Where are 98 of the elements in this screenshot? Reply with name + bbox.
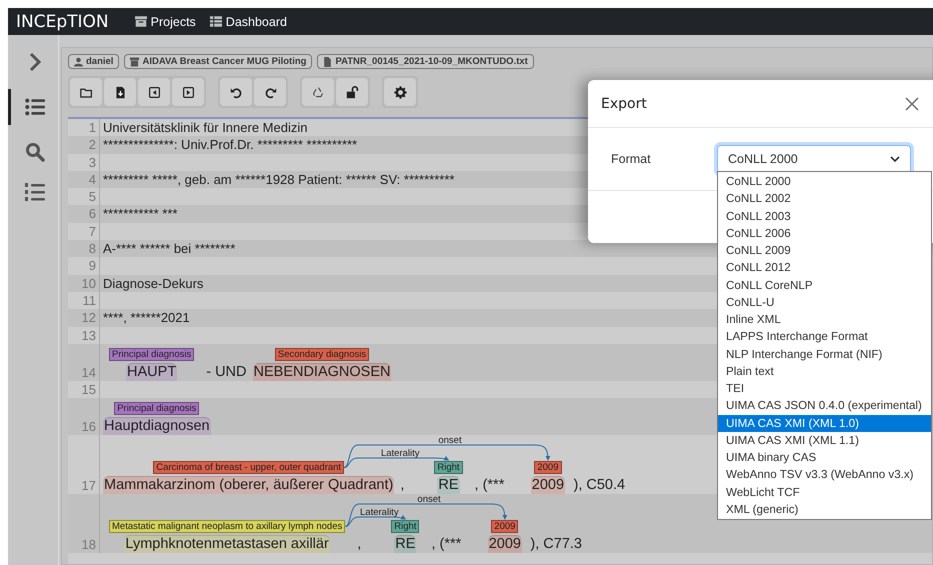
annotated-text: 2009 (488, 535, 522, 554)
nav-link-label: Projects (150, 14, 196, 28)
previous-icon (148, 86, 160, 98)
archive-icon (134, 16, 147, 27)
line-text: - UND (206, 364, 246, 381)
list-icon (24, 97, 44, 117)
next-button[interactable] (172, 78, 204, 106)
user-icon (74, 56, 83, 66)
dropdown-option[interactable]: CoNLL 2002 (718, 190, 931, 208)
line-text: Diagnose-Dekurs (103, 274, 204, 292)
line-text: A-**** ****** bei ******** (103, 240, 236, 258)
unlock-button[interactable] (336, 78, 368, 106)
search-icon (24, 142, 44, 162)
dropdown-option[interactable]: UIMA CAS JSON 0.4.0 (experimental) (718, 397, 931, 414)
line-text: ), C50.4 (574, 477, 626, 494)
dropdown-option[interactable]: CoNLL 2000 (718, 173, 931, 190)
dropdown-option[interactable]: LAPPS Interchange Format (718, 328, 931, 346)
breadcrumb[interactable]: daniel (68, 54, 120, 69)
annotation-label[interactable]: 2009 (491, 520, 518, 534)
annotated-text: 2009 (530, 476, 566, 494)
dropdown-option[interactable]: WebAnno TSV v3.3 (WebAnno v3.x) (718, 466, 931, 484)
annotated-text: HAUPT (126, 362, 178, 381)
dialog-title: Export (601, 96, 647, 112)
dropdown-option[interactable]: CoNLL-U (718, 294, 931, 311)
nav-link[interactable]: Projects (134, 14, 196, 28)
recycle-icon (312, 86, 324, 98)
breadcrumb-label: daniel (86, 56, 114, 67)
dropdown-option[interactable]: XML (generic) (718, 500, 931, 518)
previous-button[interactable] (138, 78, 170, 106)
annotation-label[interactable]: Metastatic malignant neoplasm to axillary lymph nodes (109, 520, 346, 534)
breadcrumb-label: AIDAVA Breast Cancer MUG Piloting (142, 56, 306, 67)
format-select[interactable]: CoNLL 2000 (717, 144, 911, 174)
relation-label: Laterality (360, 507, 399, 518)
annotation-label[interactable]: Principal diagnosis (109, 348, 194, 361)
download-file-button[interactable] (104, 78, 136, 106)
dropdown-option[interactable]: TEI (718, 380, 931, 398)
undo-button[interactable] (220, 78, 252, 106)
line-text: , (357, 536, 362, 554)
annotation-label[interactable]: Principal diagnosis (114, 402, 200, 416)
annotation-label[interactable]: Secondary diagnosis (274, 348, 370, 361)
line-text: , (*** (474, 477, 504, 494)
dropdown-option[interactable]: UIMA CAS XMI (XML 1.0) (718, 414, 931, 432)
app-logo[interactable]: INCEpTION (16, 12, 109, 32)
next-icon (182, 86, 194, 98)
download-file-icon (114, 86, 126, 98)
numbered-list-icon (24, 182, 44, 202)
dropdown-option[interactable]: CoNLL 2003 (718, 208, 931, 225)
settings-button[interactable] (384, 78, 416, 106)
relation-label: onset (417, 494, 441, 506)
annotated-text: NEBENDIAGNOSEN (252, 362, 392, 381)
line-text: ****, ******2021 (103, 309, 190, 327)
annotated-text: Hauptdiagnosen (103, 417, 211, 436)
breadcrumb-label: PATNR_00145_2021-10-09_MKONTUDO.txt (335, 56, 528, 67)
breadcrumb[interactable]: PATNR_00145_2021-10-09_MKONTUDO.txt (317, 54, 534, 69)
relation-label: Laterality (380, 448, 420, 460)
line-text: *********** *** (103, 205, 178, 223)
undo-icon (230, 86, 242, 98)
folder-button[interactable] (70, 78, 102, 106)
redo-button[interactable] (254, 78, 286, 106)
format-label: Format (611, 152, 652, 166)
unlock-icon (346, 86, 358, 98)
breadcrumb[interactable]: AIDAVA Breast Cancer MUG Piloting (124, 54, 312, 69)
file-icon (323, 56, 332, 66)
dropdown-option[interactable]: NLP Interchange Format (NIF) (718, 346, 931, 363)
dropdown-option[interactable]: CoNLL 2006 (718, 224, 931, 242)
line-number: 18 (68, 494, 100, 554)
dropdown-option[interactable]: Plain text (718, 362, 931, 380)
annotated-text: RE (437, 476, 460, 494)
line-text: , (400, 477, 404, 494)
line-text: **************: Univ.Prof.Dr. ********* ********** (103, 136, 358, 154)
nav-link-label: Dashboard (226, 14, 287, 28)
nav-link[interactable]: Dashboard (210, 14, 287, 28)
line-text: , (*** (431, 536, 462, 554)
dropdown-option[interactable]: WebLicht TCF (718, 484, 931, 501)
dropdown-option[interactable]: UIMA binary CAS (718, 449, 931, 466)
annotated-text: Lymphknotenmetastasen axillär (124, 535, 330, 554)
close-icon[interactable] (905, 96, 919, 110)
annotation-label[interactable]: Right (434, 461, 463, 474)
settings-icon (394, 86, 406, 98)
dropdown-option[interactable]: Inline XML (718, 311, 931, 328)
line-text: ********* *****, geb. am ******1928 Patient: ****** SV: ********** (103, 170, 454, 188)
dropdown-option[interactable]: UIMA CAS XMI (XML 1.1) (718, 432, 931, 449)
chevron-down-icon (890, 156, 900, 162)
relation-label: onset (438, 435, 462, 446)
line-text: ), C77.3 (530, 536, 582, 554)
folder-icon (80, 86, 92, 98)
annotated-text: RE (394, 535, 416, 554)
dropdown-option[interactable]: CoNLL 2009 (718, 242, 931, 260)
archive-icon (130, 56, 140, 66)
annotation-label[interactable]: Right (391, 520, 420, 534)
annotated-text: Mammakarzinom (oberer, äußerer Quadrant) (103, 476, 394, 494)
redo-icon (264, 86, 276, 98)
dropdown-option[interactable]: CoNLL 2012 (718, 259, 931, 276)
dropdown-option[interactable]: CoNLL CoreNLP (718, 276, 931, 294)
annotation-label[interactable]: Carcinoma of breast - upper, outer quadrant (153, 461, 344, 474)
table-icon (210, 16, 222, 27)
annotation-label[interactable]: 2009 (534, 461, 562, 474)
line-text: Universitätsklinik für Innere Medizin (103, 119, 308, 136)
